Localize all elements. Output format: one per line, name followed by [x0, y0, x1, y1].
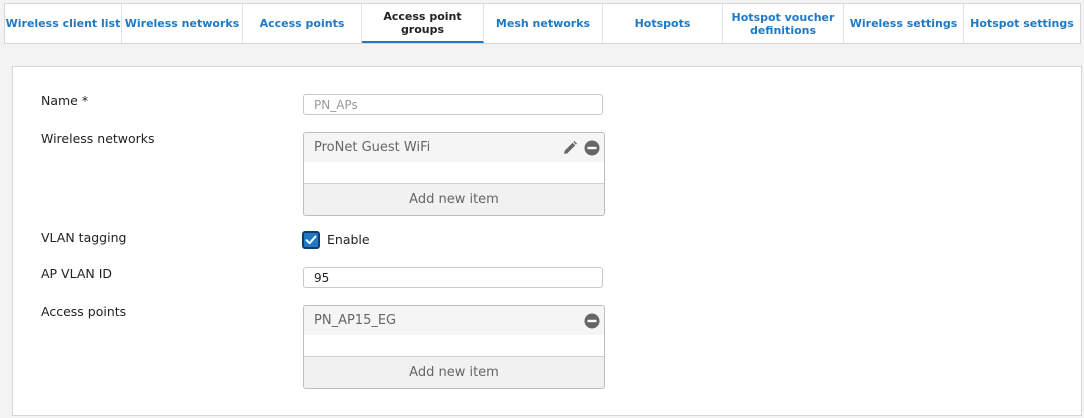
pencil-icon[interactable]: [562, 140, 578, 156]
wireless-network-name: ProNet Guest WiFi: [314, 140, 431, 155]
ap-vlan-id-input[interactable]: [303, 267, 603, 288]
tab-hotspot-settings[interactable]: Hotspot settings: [964, 4, 1080, 43]
tab-bar: Wireless client list Wireless networks A…: [4, 3, 1081, 44]
vlan-tagging-label: VLAN tagging: [41, 230, 127, 245]
access-point-name: PN_AP15_EG: [314, 313, 397, 328]
access-points-list: PN_AP15_EG Add new item: [303, 305, 605, 389]
checkmark-icon: [305, 235, 317, 245]
minus-circle-icon[interactable]: [584, 140, 600, 156]
vlan-tagging-checkbox[interactable]: [302, 231, 320, 249]
tab-access-points[interactable]: Access points: [243, 4, 362, 43]
vlan-tagging-enable-label[interactable]: Enable: [327, 232, 370, 247]
list-item: ProNet Guest WiFi: [304, 133, 604, 162]
list-item: PN_AP15_EG: [304, 306, 604, 335]
tab-access-point-groups[interactable]: Access point groups: [362, 4, 484, 43]
add-access-point-button[interactable]: Add new item: [304, 356, 604, 388]
tab-wireless-networks[interactable]: Wireless networks: [122, 4, 243, 43]
wireless-networks-list: ProNet Guest WiFi Add new item: [303, 132, 605, 216]
tab-wireless-client-list[interactable]: Wireless client list: [5, 4, 122, 43]
tab-hotspot-voucher-definitions[interactable]: Hotspot voucher definitions: [723, 4, 844, 43]
tab-hotspots[interactable]: Hotspots: [603, 4, 723, 43]
minus-circle-icon[interactable]: [584, 313, 600, 329]
ap-vlan-id-label: AP VLAN ID: [41, 266, 113, 281]
add-wireless-network-button[interactable]: Add new item: [304, 183, 604, 215]
tab-wireless-settings[interactable]: Wireless settings: [844, 4, 964, 43]
name-label: Name *: [41, 93, 89, 108]
list-spacer: [304, 162, 604, 183]
access-points-label: Access points: [41, 304, 127, 319]
name-input[interactable]: [303, 94, 603, 115]
tab-mesh-networks[interactable]: Mesh networks: [484, 4, 603, 43]
wireless-networks-label: Wireless networks: [41, 131, 155, 146]
list-spacer: [304, 335, 604, 356]
